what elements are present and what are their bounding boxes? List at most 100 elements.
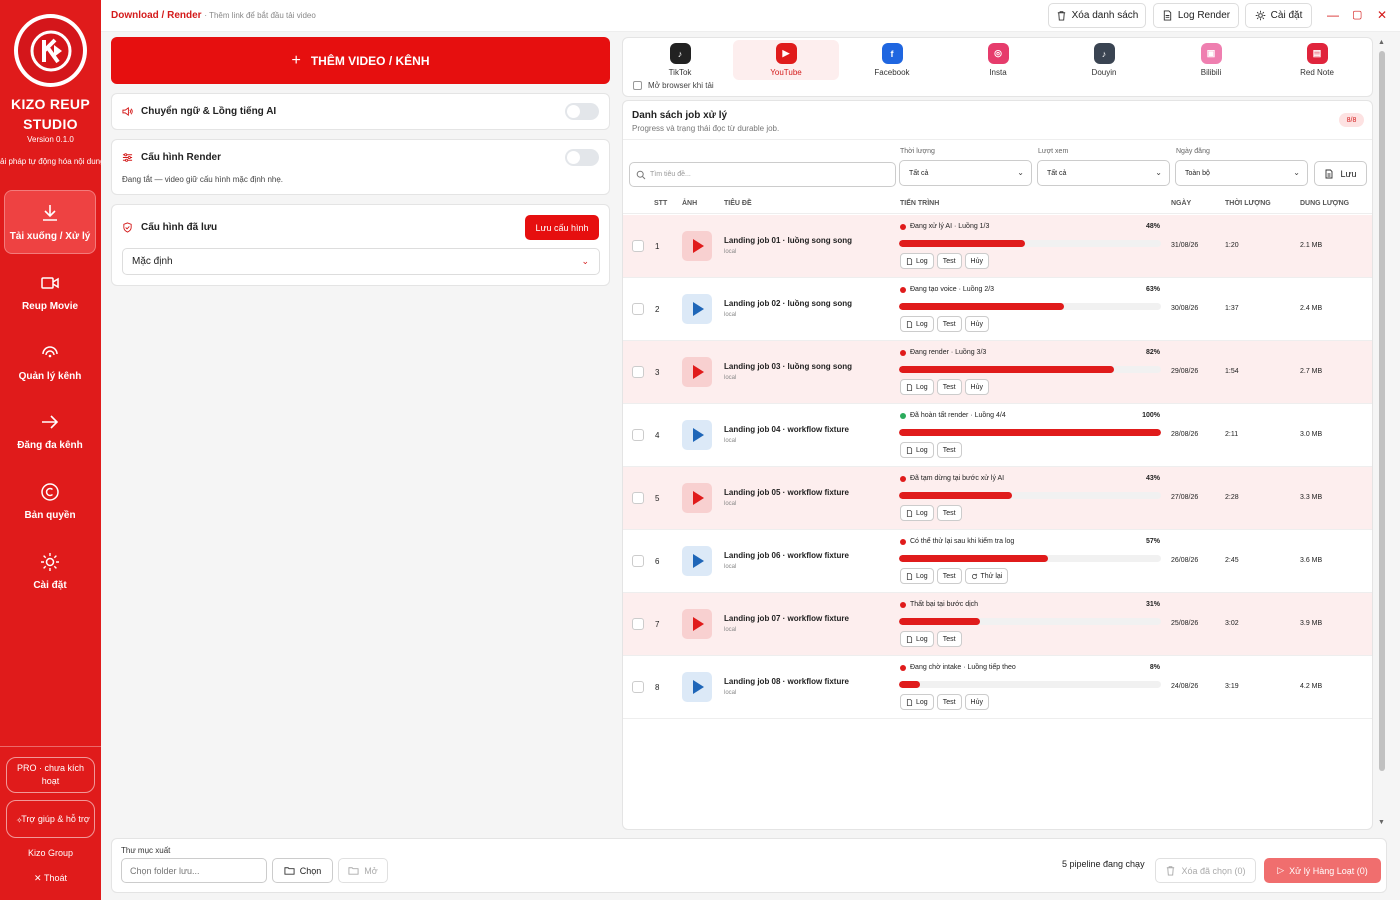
video-thumbnail[interactable]	[682, 546, 712, 576]
open-browser-checkbox[interactable]	[633, 81, 642, 90]
video-thumbnail[interactable]	[682, 231, 712, 261]
settings-button[interactable]: Cài đặt	[1245, 3, 1312, 28]
row-checkbox[interactable]	[632, 303, 644, 315]
test-button[interactable]: Test	[936, 505, 962, 521]
output-folder-input[interactable]: Chọn folder lưu...	[121, 858, 267, 883]
test-button[interactable]: Test	[936, 631, 962, 647]
log-button[interactable]: Log	[900, 505, 934, 521]
table-row[interactable]: 6 Landing job 06 · workflow fixture local C…	[623, 530, 1372, 593]
row-checkbox[interactable]	[632, 240, 644, 252]
nav-multi-post[interactable]: Đăng đa kênh	[4, 399, 96, 463]
play-icon	[693, 554, 704, 568]
video-thumbnail[interactable]	[682, 357, 712, 387]
log-button[interactable]: Log	[900, 694, 934, 710]
table-row[interactable]: 4 Landing job 04 · workflow fixture local Đ…	[623, 404, 1372, 467]
status-dot	[900, 538, 906, 545]
scroll-up-icon[interactable]: ▲	[1378, 39, 1385, 46]
filter-date-select[interactable]: Toàn bộ ⌄	[1175, 160, 1308, 186]
scroll-down-icon[interactable]: ▼	[1378, 819, 1385, 826]
video-thumbnail[interactable]	[682, 294, 712, 324]
test-button[interactable]: Test	[936, 253, 962, 269]
nav-download-process[interactable]: Tải xuống / Xử lý	[4, 190, 96, 254]
log-button[interactable]: Log	[900, 568, 934, 584]
row-checkbox[interactable]	[632, 681, 644, 693]
cancel-button[interactable]: Hủy	[964, 694, 989, 710]
nav-reup-movie[interactable]: Reup Movie	[4, 260, 96, 324]
log-button[interactable]: Log	[900, 442, 934, 458]
save-filter-button[interactable]: Lưu	[1314, 161, 1367, 186]
retry-button[interactable]: Thử lại	[964, 568, 1009, 584]
video-thumbnail[interactable]	[682, 609, 712, 639]
platform-tab-youtube[interactable]: ▶ YouTube	[733, 40, 839, 80]
table-row[interactable]: 8 Landing job 08 · workflow fixture local Đ…	[623, 656, 1372, 719]
row-checkbox[interactable]	[632, 429, 644, 441]
action-label: Log	[916, 320, 928, 328]
maximize-button[interactable]: ▢	[1352, 8, 1362, 21]
render-config-toggle[interactable]	[565, 149, 599, 166]
log-button[interactable]: Log	[900, 631, 934, 647]
filter-views-select[interactable]: Tất cả ⌄	[1037, 160, 1170, 186]
bilibili-icon: ▣	[1200, 43, 1222, 64]
platform-tab-insta[interactable]: ◎ Insta	[945, 40, 1051, 80]
help-support-button[interactable]: ✧ Trợ giúp & hỗ trợ	[6, 800, 95, 838]
open-folder-button[interactable]: Mở	[338, 858, 388, 883]
search-input[interactable]: Tìm tiêu đề...	[629, 162, 896, 187]
row-checkbox[interactable]	[632, 492, 644, 504]
clear-list-button[interactable]: Xóa danh sách	[1048, 3, 1146, 28]
job-source: local	[724, 312, 737, 318]
platform-tab-bilibili[interactable]: ▣ Bilibili	[1158, 40, 1264, 80]
scrollbar-thumb[interactable]	[1379, 51, 1385, 771]
test-button[interactable]: Test	[936, 442, 962, 458]
video-thumbnail[interactable]	[682, 672, 712, 702]
job-status-text: Đang xử lý AI · Luồng 1/3	[910, 223, 990, 230]
table-row[interactable]: 1 Landing job 01 · luồng song song local Đa…	[623, 215, 1372, 278]
window-close-button[interactable]: ✕	[1377, 8, 1387, 22]
cancel-button[interactable]: Hủy	[964, 253, 989, 269]
play-icon	[693, 239, 704, 253]
action-label: Test	[942, 446, 956, 454]
platform-tab-douyin[interactable]: ♪ Douyin	[1051, 40, 1157, 80]
row-checkbox[interactable]	[632, 555, 644, 567]
platform-tab-red-note[interactable]: ▤ Red Note	[1264, 40, 1370, 80]
close-icon: ✕	[34, 873, 42, 883]
cancel-button[interactable]: Hủy	[964, 316, 989, 332]
table-row[interactable]: 5 Landing job 05 · workflow fixture local Đ…	[623, 467, 1372, 530]
table-row[interactable]: 7 Landing job 07 · workflow fixture local T…	[623, 593, 1372, 656]
open-browser-option[interactable]: Mở browser khi tải	[633, 81, 714, 90]
config-select[interactable]: Mặc định ⌄	[122, 248, 600, 275]
test-button[interactable]: Test	[936, 694, 962, 710]
translate-dub-toggle[interactable]	[565, 103, 599, 120]
batch-process-button[interactable]: ▷ Xử lý Hàng Loạt (0)	[1264, 858, 1381, 883]
video-thumbnail[interactable]	[682, 483, 712, 513]
choose-folder-button[interactable]: Chọn	[272, 858, 333, 883]
document-icon	[906, 446, 913, 454]
pro-status-button[interactable]: PRO · chưa kích hoạt	[6, 757, 95, 793]
log-button[interactable]: Log	[900, 253, 934, 269]
table-row[interactable]: 2 Landing job 02 · luồng song song local Đa…	[623, 278, 1372, 341]
platform-tab-tiktok[interactable]: ♪ TikTok	[627, 40, 733, 80]
test-button[interactable]: Test	[936, 379, 962, 395]
table-row[interactable]: 3 Landing job 03 · luồng song song local Đa…	[623, 341, 1372, 404]
filter-duration-select[interactable]: Tất cả ⌄	[899, 160, 1032, 186]
save-config-button[interactable]: Lưu cấu hình	[525, 215, 599, 240]
log-button[interactable]: Log	[900, 379, 934, 395]
add-video-channel-button[interactable]: + THÊM VIDEO / KÊNH	[111, 37, 610, 84]
cancel-button[interactable]: Hủy	[964, 379, 989, 395]
video-thumbnail[interactable]	[682, 420, 712, 450]
logout-button[interactable]: ✕ Thoát	[0, 873, 101, 884]
row-checkbox[interactable]	[632, 366, 644, 378]
log-button[interactable]: Log	[900, 316, 934, 332]
scrollbar[interactable]: ▲ ▼	[1377, 37, 1387, 830]
platform-tab-facebook[interactable]: f Facebook	[839, 40, 945, 80]
row-checkbox[interactable]	[632, 618, 644, 630]
log-render-button[interactable]: Log Render	[1153, 3, 1239, 28]
nav-settings[interactable]: Cài đặt	[4, 539, 96, 603]
nav-channel-management[interactable]: Quản lý kênh	[4, 330, 96, 394]
minimize-button[interactable]: —	[1327, 8, 1339, 22]
test-button[interactable]: Test	[936, 568, 962, 584]
choose-folder-label: Chọn	[299, 865, 322, 876]
nav-copyright[interactable]: Bản quyền	[4, 469, 96, 533]
job-status-text: Có thể thử lại sau khi kiểm tra log	[910, 538, 1015, 545]
delete-selected-button[interactable]: Xóa đã chọn (0)	[1155, 858, 1256, 883]
test-button[interactable]: Test	[936, 316, 962, 332]
